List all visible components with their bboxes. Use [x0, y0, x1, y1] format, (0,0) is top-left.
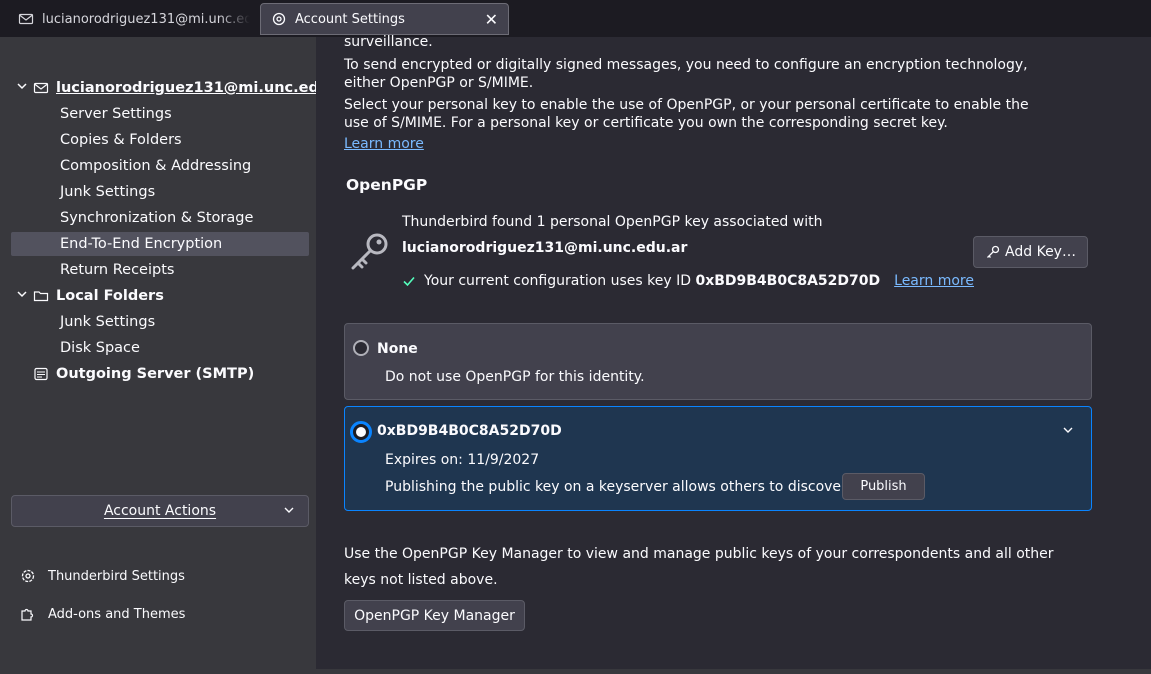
mail-icon: [18, 11, 34, 27]
chevron-down-icon[interactable]: [1061, 422, 1075, 436]
intro-paragraph-2: Select your personal key to enable the u…: [344, 97, 1029, 131]
tab-mail-label: lucianorodriguez131@mi.unc.edu.ar: [42, 11, 250, 27]
folder-icon: [33, 288, 49, 304]
intro-tail: surveillance.: [344, 34, 433, 50]
account-actions-button[interactable]: Account Actions: [11, 495, 309, 527]
puzzle-icon: [20, 606, 36, 622]
learn-more-link-text[interactable]: Learn more: [344, 136, 424, 152]
config-key-id: 0xBD9B4B0C8A52D70D: [695, 273, 881, 289]
found-key-email: lucianorodriguez131@mi.unc.edu.ar: [402, 240, 688, 256]
sidebar-account-label: lucianorodriguez131@mi.unc.edu.ar: [56, 80, 352, 96]
gear-icon: [20, 568, 36, 584]
sidebar-item-disk-space[interactable]: Disk Space: [60, 336, 140, 360]
sidebar-item-e2e-encryption[interactable]: End-To-End Encryption: [11, 232, 309, 256]
main-panel: surveillance. To send encrypted or digit…: [316, 34, 1151, 670]
add-key-button[interactable]: Add Key…: [973, 236, 1088, 268]
key-expires: Expires on: 11/9/2027: [385, 452, 540, 468]
account-actions-label: Account Actions: [103, 503, 217, 519]
sidebar-outgoing-server[interactable]: Outgoing Server (SMTP): [0, 362, 316, 386]
add-key-label: Add Key…: [1005, 244, 1076, 260]
tab-bar: lucianorodriguez131@mi.unc.edu.ar Accoun…: [0, 0, 1151, 37]
sidebar-item-label: Composition & Addressing: [60, 158, 252, 174]
tab-account-settings-label: Account Settings: [295, 11, 405, 27]
key-add-icon: [985, 244, 1001, 260]
sidebar-item-junk[interactable]: Junk Settings: [60, 180, 155, 204]
bottom-border: [316, 669, 1151, 674]
option-none-title: None: [377, 341, 418, 357]
learn-more-link[interactable]: Learn more: [344, 135, 424, 153]
key-icon: [348, 230, 392, 274]
sidebar-item-label: Return Receipts: [60, 262, 175, 278]
sidebar-item-composition[interactable]: Composition & Addressing: [60, 154, 251, 178]
thunderbird-settings-link[interactable]: Thunderbird Settings: [20, 568, 185, 584]
sidebar-local-folders[interactable]: Local Folders: [0, 284, 316, 308]
config-learn-more-link[interactable]: Learn more: [894, 273, 974, 289]
tab-account-settings[interactable]: Account Settings ✕: [260, 3, 509, 35]
chevron-down-icon[interactable]: [16, 80, 28, 96]
radio-key[interactable]: [350, 421, 372, 443]
sidebar-local-folders-label: Local Folders: [56, 288, 164, 304]
key-manager-label: OpenPGP Key Manager: [354, 607, 515, 624]
sidebar-item-label: Server Settings: [60, 106, 172, 122]
mail-icon: [33, 80, 49, 96]
sidebar-item-label: Copies & Folders: [60, 132, 182, 148]
sidebar-item-label: Disk Space: [60, 340, 140, 356]
sidebar-item-copies-folders[interactable]: Copies & Folders: [60, 128, 182, 152]
sidebar-item-sync[interactable]: Synchronization & Storage: [60, 206, 253, 230]
chevron-down-icon: [282, 503, 296, 517]
sidebar-item-return-receipts[interactable]: Return Receipts: [60, 258, 174, 282]
intro-paragraph-1: To send encrypted or digitally signed me…: [344, 57, 1028, 91]
tab-mail[interactable]: lucianorodriguez131@mi.unc.edu.ar: [6, 3, 256, 35]
found-key-text: Thunderbird found 1 personal OpenPGP key…: [402, 214, 823, 230]
radio-none[interactable]: [353, 340, 369, 356]
option-none-desc: Do not use OpenPGP for this identity.: [385, 369, 645, 385]
current-config-row: Your current configuration uses key ID 0…: [402, 273, 974, 289]
sidebar: lucianorodriguez131@mi.unc.edu.ar Server…: [0, 37, 352, 674]
sidebar-item-label: Junk Settings: [60, 184, 156, 200]
sidebar-item-local-junk[interactable]: Junk Settings: [60, 310, 155, 334]
sidebar-item-label: Junk Settings: [60, 314, 156, 330]
publish-button[interactable]: Publish: [842, 473, 925, 500]
close-icon[interactable]: ✕: [485, 10, 498, 29]
config-text: Your current configuration uses key ID: [424, 273, 691, 289]
key-manager-text: Use the OpenPGP Key Manager to view and …: [344, 546, 1054, 588]
outbox-icon: [33, 366, 49, 382]
addons-themes-label: Add-ons and Themes: [48, 606, 186, 622]
chevron-down-icon[interactable]: [16, 288, 28, 304]
openpgp-key-manager-button[interactable]: OpenPGP Key Manager: [344, 600, 525, 631]
sidebar-item-label: End-To-End Encryption: [60, 236, 223, 252]
sidebar-item-server-settings[interactable]: Server Settings: [60, 102, 172, 126]
checkmark-icon: [402, 274, 416, 288]
gear-icon: [271, 11, 287, 27]
thunderbird-settings-label: Thunderbird Settings: [48, 568, 185, 584]
openpgp-heading: OpenPGP: [346, 176, 428, 194]
addons-themes-link[interactable]: Add-ons and Themes: [20, 606, 185, 622]
option-key[interactable]: 0xBD9B4B0C8A52D70D Expires on: 11/9/2027…: [344, 406, 1092, 511]
sidebar-account[interactable]: lucianorodriguez131@mi.unc.edu.ar: [0, 76, 352, 100]
option-none[interactable]: None Do not use OpenPGP for this identit…: [344, 323, 1092, 400]
option-key-id: 0xBD9B4B0C8A52D70D: [377, 423, 562, 439]
sidebar-outgoing-label: Outgoing Server (SMTP): [56, 366, 255, 382]
publish-label: Publish: [860, 479, 907, 494]
sidebar-item-label: Synchronization & Storage: [60, 210, 254, 226]
publish-text: Publishing the public key on a keyserver…: [385, 479, 866, 495]
